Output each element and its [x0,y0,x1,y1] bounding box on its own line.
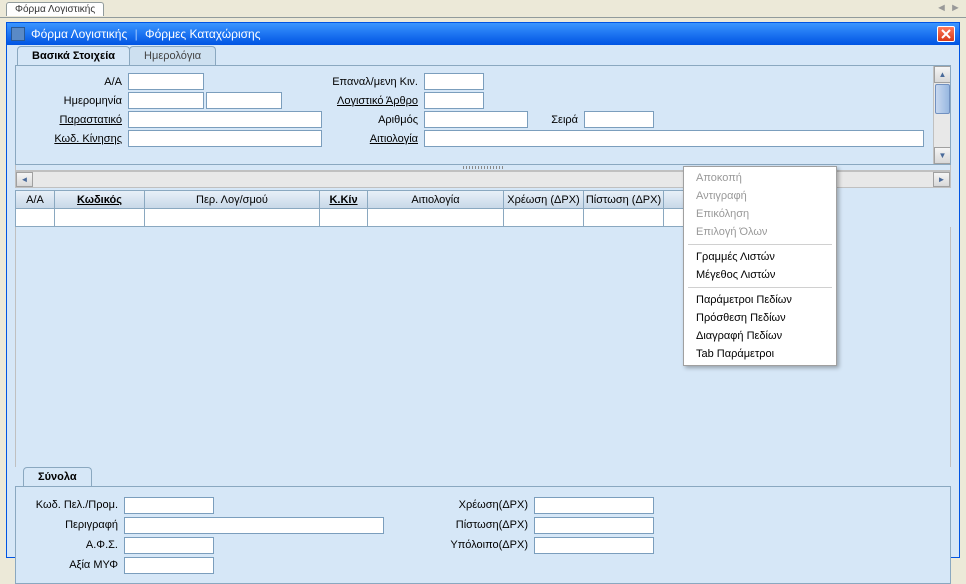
custcode-input[interactable] [124,497,214,514]
menu-field-params[interactable]: Παράμετροι Πεδίων [684,291,836,309]
close-button[interactable] [937,26,955,42]
scroll-left-icon[interactable]: ◄ [16,172,33,187]
title-separator: | [135,27,138,41]
descr-label: Περιγραφή [24,519,124,531]
col-kkin[interactable]: Κ.Κίν [320,190,368,209]
date-input-1[interactable] [128,92,204,109]
debit-label: Χρέωση(ΔΡΧ) [444,499,534,511]
panel-scrollbar[interactable]: ▲ ▼ [933,66,950,164]
menu-select-all: Επιλογή Όλων [684,223,836,241]
col-code[interactable]: Κωδικός [55,190,145,209]
date-input-2[interactable] [206,92,282,109]
context-menu: Αποκοπή Αντιγραφή Επικόληση Επιλογή Όλων… [683,166,837,366]
number-label: Αριθμός [324,114,424,126]
window-title: Φόρμα Λογιστικής | Φόρμες Καταχώρισης [31,27,937,41]
afm-input[interactable] [124,537,214,554]
next-tab-icon[interactable]: ► [950,2,960,12]
title-part-2: Φόρμες Καταχώρισης [145,27,260,41]
tab-totals[interactable]: Σύνολα [23,467,92,486]
prev-tab-icon[interactable]: ◄ [936,2,946,12]
menu-list-size[interactable]: Μέγεθος Λιστών [684,266,836,284]
title-part-1: Φόρμα Λογιστικής [31,27,127,41]
custcode-label: Κωδ. Πελ./Προμ. [24,499,124,511]
col-aa[interactable]: Α/Α [15,190,55,209]
movecode-input[interactable] [128,130,322,147]
col-reason[interactable]: Αιτιολογία [368,190,504,209]
menu-copy: Αντιγραφή [684,187,836,205]
doc-input[interactable] [128,111,322,128]
menu-cut: Αποκοπή [684,169,836,187]
series-label: Σειρά [528,114,584,126]
credit-label: Πίστωση(ΔΡΧ) [444,519,534,531]
scroll-up-icon[interactable]: ▲ [934,66,951,83]
document-tab[interactable]: Φόρμα Λογιστικής [6,2,104,16]
article-input[interactable] [424,92,484,109]
date-label: Ημερομηνία [26,95,128,107]
balance-label: Υπόλοιπο(ΔΡΧ) [444,539,534,551]
debit-input[interactable] [534,497,654,514]
menu-separator [688,244,832,245]
aa-label: Α/Α [26,76,128,88]
scroll-thumb[interactable] [935,84,950,114]
myf-input[interactable] [124,557,214,574]
credit-input[interactable] [534,517,654,534]
top-tab-bar: Φόρμα Λογιστικής ◄ ► [0,0,966,18]
number-input[interactable] [424,111,528,128]
menu-del-fields[interactable]: Διαγραφή Πεδίων [684,327,836,345]
series-input[interactable] [584,111,654,128]
app-icon [11,27,25,41]
balance-input[interactable] [534,537,654,554]
reason-label[interactable]: Αιτιολογία [324,133,424,145]
repeat-label: Επαναλ/μενη Κιν. [324,76,424,88]
tab-basic[interactable]: Βασικά Στοιχεία [17,46,130,65]
repeat-input[interactable] [424,73,484,90]
movecode-label[interactable]: Κωδ. Κίνησης [26,133,128,145]
basic-info-panel: Α/Α Επαναλ/μενη Κιν. Ημερομηνία Λογιστικ… [15,65,951,165]
col-descr[interactable]: Περ. Λογ/σμού [145,190,320,209]
aa-input[interactable] [128,73,204,90]
close-icon [941,29,951,39]
menu-tab-params[interactable]: Tab Παράμετροι [684,345,836,363]
title-bar: Φόρμα Λογιστικής | Φόρμες Καταχώρισης [7,23,959,45]
menu-add-fields[interactable]: Πρόσθεση Πεδίων [684,309,836,327]
scroll-down-icon[interactable]: ▼ [934,147,951,164]
col-debit[interactable]: Χρέωση (ΔΡΧ) [504,190,584,209]
bottom-tab-strip: Σύνολα [15,467,951,486]
main-window: Φόρμα Λογιστικής | Φόρμες Καταχώρισης Βα… [6,22,960,558]
scroll-right-icon[interactable]: ► [933,172,950,187]
menu-paste: Επικόληση [684,205,836,223]
article-label[interactable]: Λογιστικό Άρθρο [324,95,424,107]
tab-journal[interactable]: Ημερολόγια [129,46,216,65]
menu-list-rows[interactable]: Γραμμές Λιστών [684,248,836,266]
descr-input[interactable] [124,517,384,534]
tab-strip: Βασικά Στοιχεία Ημερολόγια [7,45,959,65]
totals-panel: Κωδ. Πελ./Προμ. Περιγραφή Α.Φ.Σ. Αξία ΜΥ… [15,486,951,584]
afm-label: Α.Φ.Σ. [24,539,124,551]
reason-input[interactable] [424,130,924,147]
col-credit[interactable]: Πίστωση (ΔΡΧ) [584,190,664,209]
menu-separator [688,287,832,288]
doc-label[interactable]: Παραστατικό [26,114,128,126]
myf-label: Αξία ΜΥΦ [24,559,124,571]
